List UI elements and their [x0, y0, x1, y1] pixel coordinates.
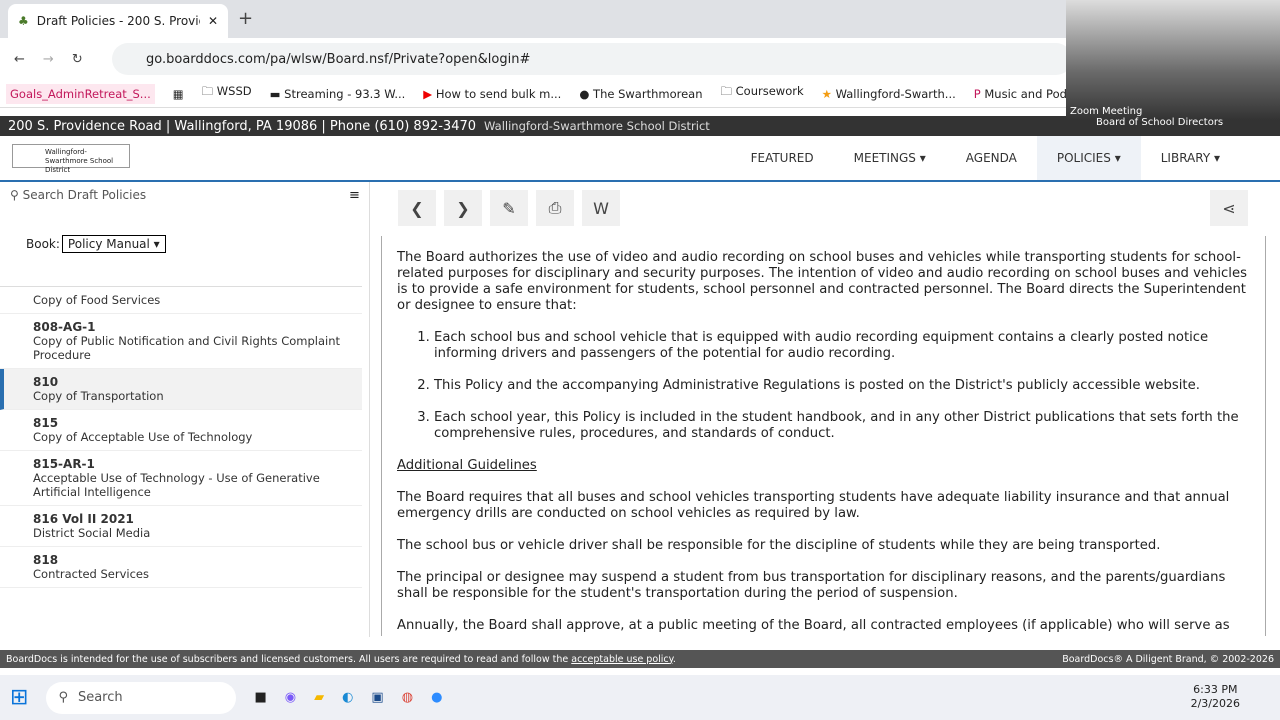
- menu-policies[interactable]: POLICIES ▾: [1036, 136, 1141, 180]
- policy-list[interactable]: Copy of Food Services 808-AG-1 Copy of Pu…: [0, 286, 362, 588]
- list-item[interactable]: 808-AG-1 Copy of Public Notification and …: [0, 314, 362, 369]
- copilot-icon[interactable]: ◉: [285, 690, 296, 705]
- paragraph: The school bus or vehicle driver shall b…: [397, 538, 1161, 553]
- district-logo[interactable]: Wallingford-Swarthmore School District: [12, 144, 130, 174]
- bookmark[interactable]: ▶ How to send bulk m...: [423, 87, 561, 101]
- paragraph: The Board requires that all buses and sc…: [397, 490, 1230, 521]
- menu-featured[interactable]: FEATURED: [731, 136, 834, 180]
- task-view-icon[interactable]: ■: [254, 690, 266, 705]
- favicon-tree-icon: ♣: [18, 14, 29, 28]
- hamburger-menu-icon[interactable]: ≡: [349, 188, 360, 203]
- list-item[interactable]: 818 Contracted Services: [0, 547, 362, 588]
- zoom-label: Zoom Meeting: [1070, 106, 1143, 117]
- list-item[interactable]: 816 Vol II 2021 District Social Media: [0, 506, 362, 547]
- footer: BoardDocs is intended for the use of sub…: [0, 650, 1280, 668]
- print-icon[interactable]: ⎙: [536, 190, 574, 226]
- browser-tab[interactable]: ♣ Draft Policies - 200 S. Providence ✕: [8, 4, 228, 38]
- menu-meetings[interactable]: MEETINGS ▾: [834, 136, 946, 180]
- close-tab-icon[interactable]: ✕: [208, 14, 218, 28]
- taskbar-search[interactable]: ⚲ Search: [46, 681, 237, 714]
- list-item-selected[interactable]: 810 Copy of Transportation: [0, 369, 362, 410]
- forward-icon[interactable]: →: [43, 52, 54, 67]
- list-item: This Policy and the accompanying Adminis…: [434, 378, 1250, 394]
- list-item[interactable]: 815-AR-1 Acceptable Use of Technology - U…: [0, 451, 362, 506]
- url-text: go.boarddocs.com/pa/wlsw/Board.nsf/Priva…: [146, 51, 531, 67]
- list-item: Each school year, this Policy is include…: [434, 410, 1250, 442]
- previous-button[interactable]: ❮: [398, 190, 436, 226]
- menu-library[interactable]: LIBRARY ▾: [1141, 136, 1240, 180]
- word-export-icon[interactable]: W: [582, 190, 620, 226]
- paragraph: The Board authorizes the use of video an…: [397, 250, 1247, 313]
- edit-pencil-icon[interactable]: ✎: [490, 190, 528, 226]
- reload-icon[interactable]: ↻: [72, 52, 83, 67]
- list-item[interactable]: Copy of Food Services: [0, 287, 362, 314]
- edge-icon[interactable]: ◐: [342, 690, 353, 705]
- list-item[interactable]: 815 Copy of Acceptable Use of Technology: [0, 410, 362, 451]
- district-address: 200 S. Providence Road | Wallingford, PA…: [8, 118, 477, 134]
- copyright[interactable]: BoardDocs® A Diligent Brand, © 2002-2026: [1062, 654, 1274, 665]
- section-heading: Additional Guidelines: [397, 458, 537, 473]
- policy-sidebar: ⚲ Search Draft Policies ≡ Book: Policy Ma…: [0, 182, 370, 637]
- zoom-sub: Board of School Directors: [1096, 117, 1224, 128]
- clock[interactable]: 6:33 PM 2/3/2026: [1191, 683, 1240, 711]
- windows-start-icon[interactable]: ⊞: [10, 685, 28, 710]
- taskbar: ⊞ ⚲ Search ■ ◉ ▰ ◐ ▣ ◍ ● 6:33 PM 2/3/2026: [0, 675, 1280, 720]
- bookmark[interactable]: Goals_AdminRetreat_S...: [6, 83, 155, 104]
- menu-agenda[interactable]: AGENDA: [946, 136, 1037, 180]
- paragraph: The principal or designee may suspend a …: [397, 570, 1226, 601]
- bookmark[interactable]: ▬ Streaming - 93.3 W...: [270, 87, 406, 101]
- main-nav: Wallingford-Swarthmore School District F…: [0, 136, 1280, 182]
- back-icon[interactable]: ←: [14, 52, 25, 67]
- url-input[interactable]: go.boarddocs.com/pa/wlsw/Board.nsf/Priva…: [112, 43, 1072, 75]
- bookmark[interactable]: 🗀 WSSD: [202, 84, 252, 103]
- search-draft-policies-input[interactable]: ⚲ Search Draft Policies: [10, 188, 146, 202]
- bookmark[interactable]: ★ Wallingford-Swarth...: [822, 87, 956, 101]
- document-toolbar: ❮ ❯ ✎ ⎙ W: [398, 190, 620, 226]
- file-explorer-icon[interactable]: ▰: [314, 690, 324, 705]
- zoom-app-icon[interactable]: ●: [431, 690, 442, 705]
- new-tab-button[interactable]: +: [238, 8, 253, 29]
- book-select[interactable]: Policy Manual ▾: [61, 235, 166, 253]
- store-icon[interactable]: ▣: [371, 690, 383, 705]
- next-button[interactable]: ❯: [444, 190, 482, 226]
- search-icon: ⚲: [58, 690, 68, 705]
- list-item: Each school bus and school vehicle that …: [434, 330, 1250, 362]
- footer-text: BoardDocs is intended for the use of sub…: [6, 653, 569, 665]
- policy-document: The Board authorizes the use of video an…: [381, 236, 1266, 636]
- apps-grid-icon[interactable]: ▦: [173, 87, 184, 101]
- paragraph: Annually, the Board shall approve, at a …: [397, 618, 1230, 633]
- acceptable-use-link[interactable]: acceptable use policy: [571, 654, 673, 665]
- chrome-icon[interactable]: ◍: [402, 690, 413, 705]
- district-name: Wallingford-Swarthmore School District: [484, 119, 710, 133]
- bookmark[interactable]: 🗀 Coursework: [721, 84, 804, 103]
- book-selector: Book: Policy Manual ▾: [26, 235, 166, 253]
- tab-title: Draft Policies - 200 S. Providence: [36, 14, 200, 28]
- bookmark[interactable]: ● The Swarthmorean: [579, 87, 702, 101]
- requirements-list: Each school bus and school vehicle that …: [397, 330, 1250, 442]
- zoom-video-overlay[interactable]: Zoom Meeting Board of School Directors: [1066, 0, 1280, 128]
- share-icon[interactable]: ⋖: [1210, 190, 1248, 226]
